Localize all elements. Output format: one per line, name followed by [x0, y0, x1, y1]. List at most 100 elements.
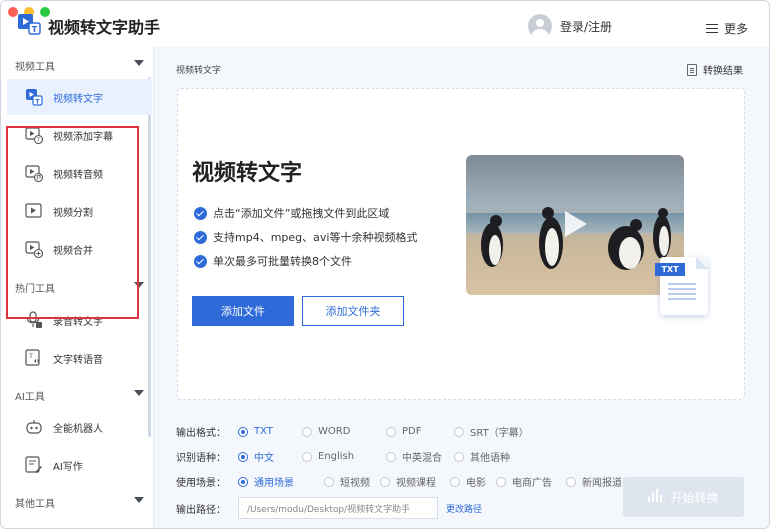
- sidebar-item-text-to-speech[interactable]: T 文字转语音: [7, 340, 152, 376]
- conversion-result-link[interactable]: 转换结果: [687, 62, 743, 77]
- section-title: 视频工具: [15, 62, 55, 73]
- section-title: 其他工具: [15, 499, 55, 510]
- chevron-down-icon: [134, 60, 144, 66]
- svg-text:T: T: [35, 98, 40, 106]
- format-option-word[interactable]: WORD: [302, 426, 386, 437]
- change-path-link[interactable]: 更改路径: [446, 502, 482, 515]
- feature-text: 点击“添加文件”或拖拽文件到此区域: [213, 207, 390, 220]
- app-title: 视频转文字助手: [48, 18, 161, 37]
- feature-item: 单次最多可批量转换8个文件: [194, 249, 417, 273]
- chevron-down-icon: [134, 390, 144, 396]
- section-other-tools[interactable]: 其他工具: [15, 495, 148, 510]
- sidebar-item-add-subtitle[interactable]: T 视频添加字幕: [7, 117, 152, 153]
- radio-icon: [386, 451, 396, 462]
- start-conversion-button[interactable]: 开始转换: [623, 477, 744, 517]
- section-hot-tools[interactable]: 热门工具: [15, 280, 148, 295]
- txt-badge: TXT: [655, 263, 685, 276]
- txt-document-icon: TXT: [655, 257, 708, 315]
- option-label: 中文: [254, 453, 274, 464]
- conversion-result-label: 转换结果: [703, 66, 743, 77]
- more-menu-button[interactable]: 更多: [706, 20, 748, 37]
- option-label: SRT（字幕）: [470, 428, 529, 439]
- radio-icon: [450, 476, 460, 487]
- title-bar: T 视频转文字助手 登录/注册 更多: [1, 1, 769, 47]
- sidebar-item-video-to-text[interactable]: T 视频转文字: [7, 79, 152, 115]
- sidebar-item-label: 视频转音频: [53, 169, 103, 181]
- scene-option-ecommerce[interactable]: 电商广告: [496, 474, 566, 489]
- language-option-other[interactable]: 其他语种: [454, 449, 510, 464]
- radio-icon: [238, 476, 248, 487]
- sidebar-item-label: 文字转语音: [53, 354, 103, 366]
- sidebar-item-video-split[interactable]: 视频分割: [7, 193, 152, 229]
- scene-option-short-video[interactable]: 短视频: [324, 474, 380, 489]
- radio-icon: [496, 476, 506, 487]
- login-area[interactable]: 登录/注册: [528, 14, 612, 38]
- radio-icon: [454, 451, 464, 462]
- format-option-pdf[interactable]: PDF: [386, 426, 454, 437]
- scene-option-movie[interactable]: 电影: [450, 474, 496, 489]
- recording-icon: [26, 311, 42, 328]
- video-merge-icon: [25, 241, 43, 258]
- section-title: 热门工具: [15, 284, 55, 295]
- section-video-tools[interactable]: 视频工具: [15, 58, 148, 73]
- drop-zone[interactable]: 视频转文字 点击“添加文件”或拖拽文件到此区域 支持mp4、mpeg、avi等十…: [177, 88, 745, 400]
- language-row: 识别语种： 中文 English 中英混合 其他语种: [176, 449, 510, 464]
- section-title: AI工具: [15, 392, 45, 403]
- sidebar-item-video-to-audio[interactable]: 视频转音频: [7, 155, 152, 191]
- radio-icon: [302, 426, 312, 437]
- language-option-mixed[interactable]: 中英混合: [386, 449, 454, 464]
- menu-icon: [706, 23, 718, 34]
- option-label: 新闻报道: [582, 478, 622, 489]
- play-icon: [565, 211, 587, 237]
- chevron-down-icon: [134, 497, 144, 503]
- subtitle-icon: T: [25, 127, 43, 144]
- video-split-icon: [25, 203, 42, 218]
- text-to-speech-icon: T: [25, 349, 40, 366]
- check-circle-icon: [194, 230, 207, 244]
- video-to-text-icon: T: [26, 89, 43, 106]
- sidebar-item-robot[interactable]: 全能机器人: [7, 409, 152, 445]
- card-title: 视频转文字: [192, 161, 303, 186]
- waveform-icon: [648, 489, 663, 504]
- output-path-row: 输出路径： 更改路径: [176, 497, 482, 519]
- avatar[interactable]: [528, 14, 552, 38]
- output-path-input[interactable]: [238, 497, 438, 519]
- radio-icon: [380, 476, 390, 487]
- more-label: 更多: [724, 22, 749, 36]
- sidebar-item-video-merge[interactable]: 视频合并: [7, 231, 152, 267]
- breadcrumb: 视频转文字: [176, 66, 222, 76]
- section-ai-tools[interactable]: AI工具: [15, 388, 148, 403]
- chevron-down-icon: [134, 282, 144, 288]
- add-folder-button[interactable]: 添加文件夹: [302, 296, 404, 326]
- radio-icon: [386, 426, 396, 437]
- start-conversion-label: 开始转换: [670, 490, 719, 505]
- feature-text: 单次最多可批量转换8个文件: [213, 255, 352, 268]
- scene-option-course[interactable]: 视频课程: [380, 474, 450, 489]
- language-option-chinese[interactable]: 中文: [238, 449, 302, 464]
- login-register-link[interactable]: 登录/注册: [560, 18, 612, 35]
- scene-option-general[interactable]: 通用场景: [238, 474, 324, 489]
- sidebar-item-ai-writing[interactable]: AI写作: [7, 447, 152, 483]
- main-panel: 视频转文字 转换结果 视频转文字 点击“添加文件”或拖拽文件到此区域 支持mp4…: [154, 47, 769, 528]
- radio-icon: [238, 426, 248, 437]
- robot-icon: [26, 420, 42, 434]
- sidebar-item-recording-to-text[interactable]: 录音转文字: [7, 302, 152, 338]
- sidebar-item-label: 视频合并: [53, 245, 93, 257]
- sidebar-item-label: 全能机器人: [53, 423, 103, 435]
- video-to-audio-icon: [25, 165, 43, 182]
- language-option-english[interactable]: English: [302, 451, 386, 462]
- app-logo-icon: T: [18, 14, 41, 35]
- option-label: 其他语种: [470, 453, 510, 464]
- text-lines: [668, 283, 696, 285]
- sidebar-item-label: 视频添加字幕: [53, 131, 113, 143]
- option-label: 电商广告: [512, 478, 552, 489]
- feature-text: 支持mp4、mpeg、avi等十余种视频格式: [213, 231, 418, 244]
- format-option-txt[interactable]: TXT: [238, 426, 302, 437]
- add-file-button[interactable]: 添加文件: [192, 296, 294, 326]
- sidebar-item-label: 录音转文字: [53, 316, 103, 328]
- radio-icon: [454, 426, 464, 437]
- sidebar-item-label: AI写作: [53, 461, 83, 473]
- format-option-srt[interactable]: SRT（字幕）: [454, 424, 529, 439]
- option-label: 视频课程: [396, 478, 436, 489]
- scene-option-news[interactable]: 新闻报道: [566, 474, 622, 489]
